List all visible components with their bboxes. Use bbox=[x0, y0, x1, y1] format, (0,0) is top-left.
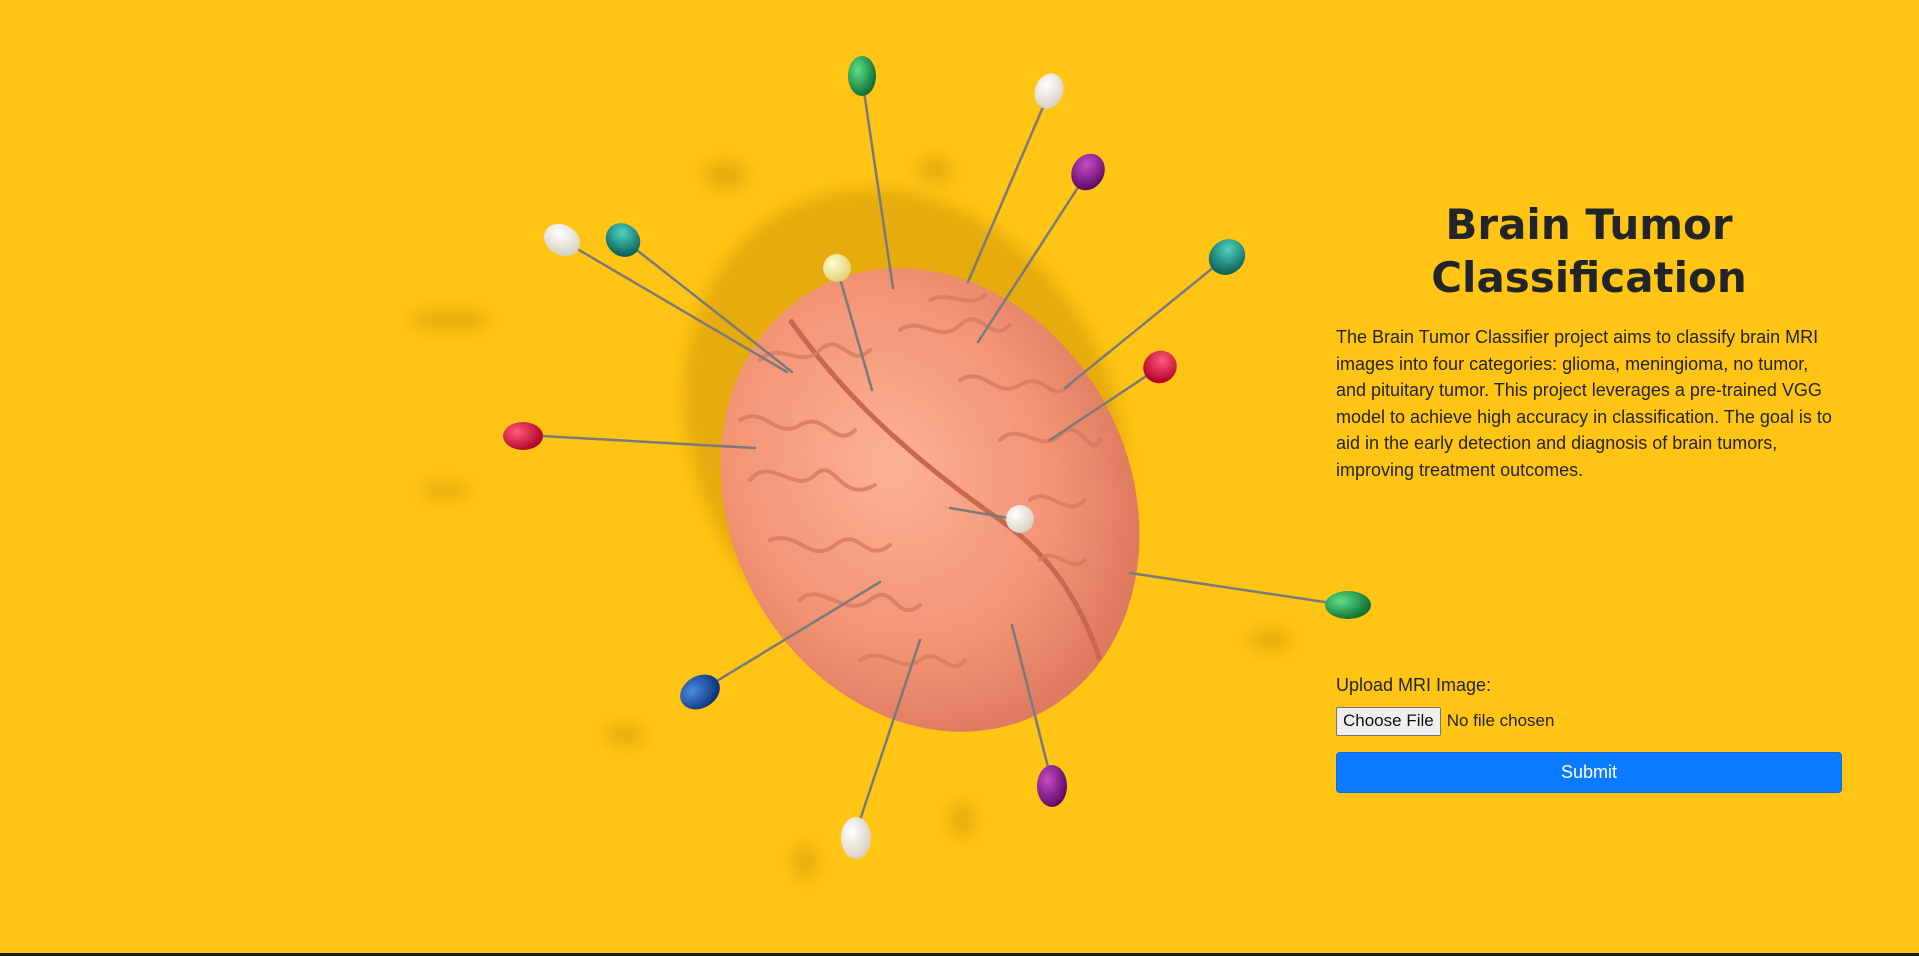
page-title: Brain Tumor Classification bbox=[1431, 200, 1747, 302]
info-panel: Brain Tumor Classification The Brain Tum… bbox=[1336, 198, 1842, 483]
choose-file-button[interactable]: Choose File bbox=[1336, 706, 1441, 736]
submit-button[interactable]: Submit bbox=[1336, 752, 1842, 793]
upload-form: Upload MRI Image: Choose File No file ch… bbox=[1336, 672, 1842, 793]
project-description: The Brain Tumor Classifier project aims … bbox=[1336, 327, 1832, 480]
file-input[interactable]: Choose File No file chosen bbox=[1336, 706, 1842, 736]
upload-label: Upload MRI Image: bbox=[1336, 675, 1492, 695]
file-status-text: No file chosen bbox=[1446, 711, 1555, 730]
